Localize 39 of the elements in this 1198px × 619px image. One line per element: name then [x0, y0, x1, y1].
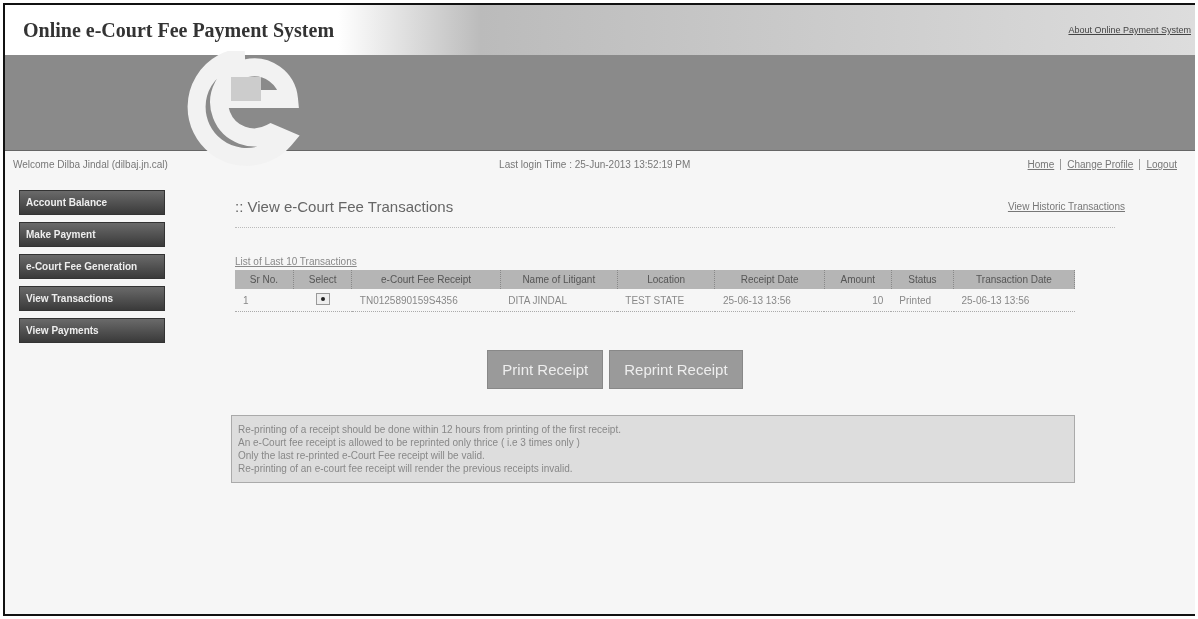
column-header: Receipt Date	[715, 270, 825, 289]
column-header: Name of Litigant	[500, 270, 618, 289]
column-header: Amount	[824, 270, 892, 289]
site-title: Online e-Court Fee Payment System	[23, 18, 335, 42]
sidebar-button[interactable]: View Payments	[19, 318, 165, 343]
column-header: Select	[293, 270, 352, 289]
column-header: Transaction Date	[953, 270, 1075, 289]
note-text: Re-printing of a receipt should be done within 12 hours from printing of the first receipt.	[238, 424, 622, 435]
receipt-button[interactable]: Reprint Receipt	[609, 350, 743, 389]
receipt-button[interactable]: Print Receipt	[487, 350, 604, 389]
table-cell: 25-06-13 13:56	[715, 289, 825, 312]
table-cell: TN0125890159S4356	[351, 289, 501, 312]
column-header: Sr No.	[235, 270, 294, 289]
sidebar-button[interactable]: Make Payment	[19, 222, 165, 247]
table-caption[interactable]: List of Last 10 Transactions	[235, 256, 1115, 267]
nav-link[interactable]: Home	[1021, 159, 1055, 170]
table-cell: TEST STATE	[617, 289, 715, 312]
column-header: Location	[617, 270, 715, 289]
column-header: e-Court Fee Receipt	[351, 270, 501, 289]
radio-button[interactable]	[315, 293, 330, 305]
welcome-text: Welcome Dilba Jindal (dilbaj.jn.cal)	[13, 159, 168, 170]
column-header: Status	[891, 270, 954, 289]
sidebar-button[interactable]: Account Balance	[19, 190, 165, 215]
table-cell: 25-06-13 13:56	[953, 289, 1075, 312]
nav-link[interactable]: Logout	[1139, 159, 1177, 170]
table-cell: 10	[824, 289, 892, 312]
last-login-text: Last login Time : 25-Jun-2013 13:52:19 PM	[499, 159, 691, 170]
table-cell: DITA JINDAL	[500, 289, 618, 312]
nav-link[interactable]: Change Profile	[1060, 159, 1134, 170]
sidebar-button[interactable]: e-Court Fee Generation	[19, 254, 165, 279]
sidebar-button[interactable]: View Transactions	[19, 286, 165, 311]
note-text: Only the last re-printed e-Court Fee receipt will be valid.	[238, 450, 486, 461]
historic-link[interactable]: View Historic Transactions	[1007, 201, 1125, 212]
table-cell: 1	[235, 289, 294, 312]
page-title: :: View e-Court Fee Transactions	[235, 198, 454, 215]
note-text: An e-Court fee receipt is allowed to be reprinted only thrice ( i.e 3 times only )	[238, 437, 581, 448]
table-cell: Printed	[891, 289, 954, 312]
about-link[interactable]: About Online Payment System	[1068, 25, 1191, 35]
note-text: Re-printing of an e-court fee receipt will render the previous receipts invalid.	[238, 463, 574, 474]
